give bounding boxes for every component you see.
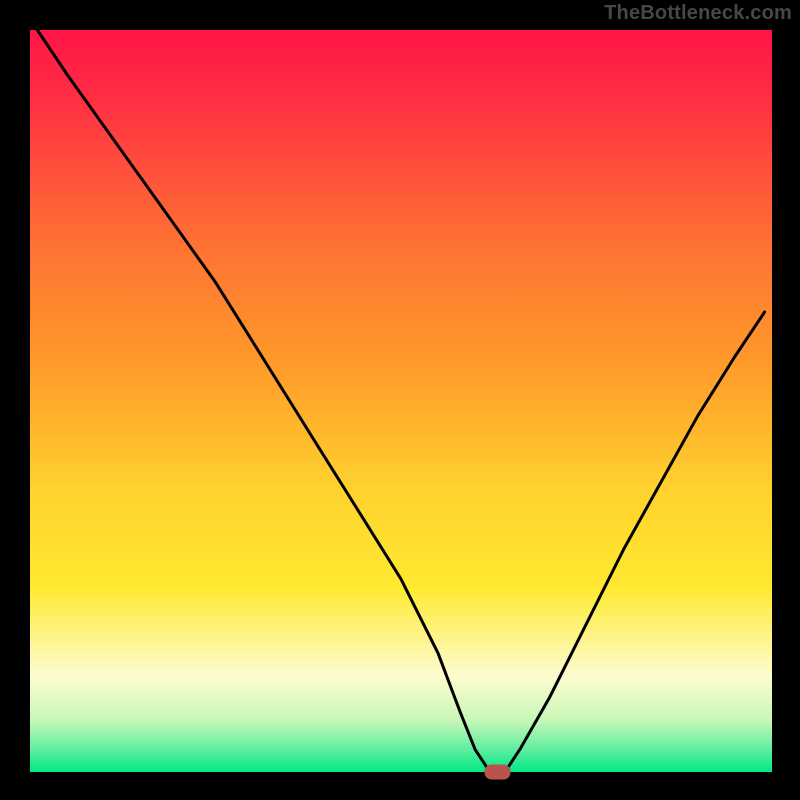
chart-svg xyxy=(0,0,800,800)
bottleneck-chart: TheBottleneck.com xyxy=(0,0,800,800)
plot-area xyxy=(30,30,772,772)
watermark-text: TheBottleneck.com xyxy=(604,2,792,25)
optimal-point-marker xyxy=(485,765,511,780)
